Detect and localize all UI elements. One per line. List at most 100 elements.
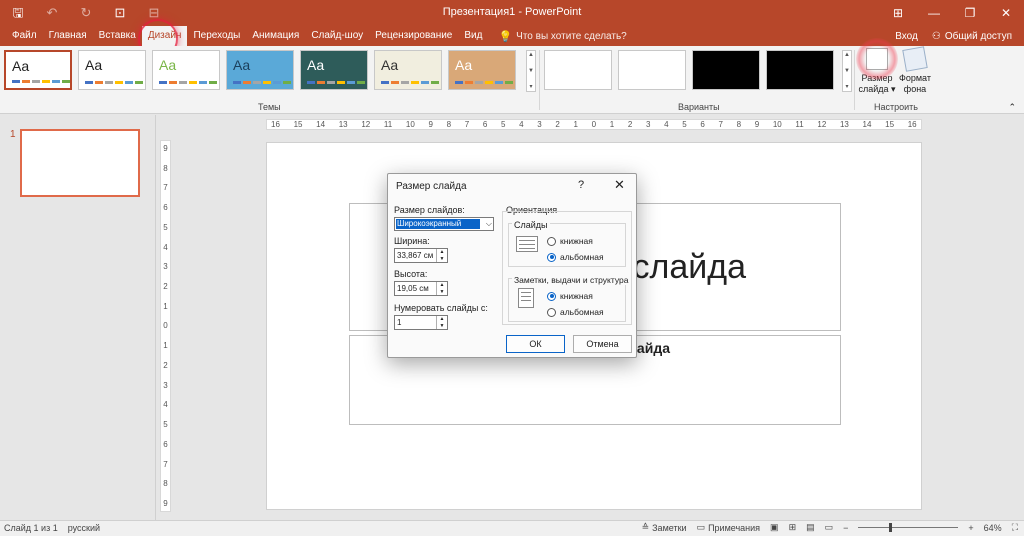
height-label: Высота: [394,269,428,279]
slides-landscape-label: альбомная [560,252,604,262]
theme-thumbnail[interactable]: Aa [4,50,72,90]
notes-landscape-radio[interactable]: альбомная [547,307,604,317]
slideshow-view-icon[interactable]: ▭ [825,522,834,533]
tab-design[interactable]: Дизайн [137,19,188,59]
close-window-icon[interactable]: ✕ [988,0,1024,26]
increment-icon[interactable]: ▲ [440,282,445,288]
spinner-arrows[interactable]: ▲ ▼ [436,249,447,262]
variant-thumbnail[interactable] [618,50,686,90]
comments-button[interactable]: ▭ Примечания [697,522,760,533]
collapse-ribbon-icon[interactable]: ⌃ [1008,102,1016,113]
tab-slideshow[interactable]: Слайд-шоу [305,26,369,46]
reading-view-icon[interactable]: ▤ [806,522,815,533]
ruler-tick-label: 8 [446,120,452,129]
scroll-up-icon[interactable]: ▲ [844,52,850,58]
restore-icon[interactable]: ❐ [952,0,988,26]
tab-file[interactable]: Файл [6,26,43,46]
ruler-tick-label: 15 [885,120,895,129]
ruler-tick-label: 4 [519,120,524,129]
variant-thumbnail[interactable] [692,50,760,90]
tab-home[interactable]: Главная [43,26,93,46]
language-indicator[interactable]: русский [68,523,100,533]
scroll-up-icon[interactable]: ▲ [528,52,534,58]
tab-view[interactable]: Вид [458,26,488,46]
zoom-in-icon[interactable]: + [968,523,973,533]
slide-thumbnail[interactable] [20,129,140,197]
ruler-tick-label: 1 [609,120,615,129]
theme-thumbnail[interactable]: Aa [374,50,442,90]
spinner-arrows[interactable]: ▲ ▼ [436,282,447,295]
ruler-tick-label: 7 [163,459,168,469]
slide-thumbnails-pane: 1 [0,115,156,520]
zoom-slider[interactable] [858,523,959,532]
decrement-icon[interactable]: ▼ [440,323,445,329]
slide-sorter-icon[interactable]: ⊞ [789,522,797,533]
notes-button[interactable]: ≙ Заметки [642,522,687,533]
person-icon: ⚇ [931,30,941,42]
sign-in-link[interactable]: Вход [895,31,918,42]
theme-color-bars [455,81,513,84]
ruler-tick-label: 8 [163,163,168,173]
slide-size-select[interactable]: Широкоэкранный ⌵ [394,217,494,231]
more-icon[interactable]: ▾ [529,83,532,90]
zoom-level[interactable]: 64% [984,523,1002,533]
decrement-icon[interactable]: ▼ [440,289,445,295]
tab-animations[interactable]: Анимация [246,26,305,46]
width-value: 33,867 см [397,251,434,260]
themes-group-label: Темы [258,102,281,112]
tab-transitions[interactable]: Переходы [187,26,246,46]
slides-portrait-radio[interactable]: книжная [547,236,593,246]
number-slides-spinner[interactable]: 1 ▲ ▼ [394,315,448,330]
tab-insert[interactable]: Вставка [93,26,142,46]
ok-button[interactable]: ОК [506,335,565,353]
slide-size-value: Широкоэкранный [396,219,480,229]
theme-thumbnail[interactable]: Aa [448,50,516,90]
fit-slide-icon[interactable]: ⛶ [1012,522,1018,533]
width-spinner[interactable]: 33,867 см ▲ ▼ [394,248,448,263]
title-text: слайда [632,248,747,286]
theme-thumbnail[interactable]: Aa [226,50,294,90]
theme-thumbnail[interactable]: Aa [300,50,368,90]
decrement-icon[interactable]: ▼ [440,256,445,262]
slides-label: Слайды [512,220,550,230]
themes-gallery-scroll[interactable]: ▲ ▼ ▾ [526,50,536,92]
help-icon[interactable]: ? [578,179,584,191]
share-button[interactable]: ⚇ Общий доступ [932,31,1012,42]
variant-thumbnail[interactable] [766,50,834,90]
format-background-button[interactable]: Формат фона [895,46,935,95]
number-slides-label: Нумеровать слайды с: [394,303,488,313]
theme-thumbnail[interactable]: Aa [78,50,146,90]
scroll-down-icon[interactable]: ▼ [528,68,534,74]
notes-portrait-radio[interactable]: книжная [547,291,593,301]
theme-thumbnail[interactable]: Aa [152,50,220,90]
spinner-arrows[interactable]: ▲ ▼ [436,316,447,329]
height-spinner[interactable]: 19,05 см ▲ ▼ [394,281,448,296]
tell-me-search[interactable]: 💡 Что вы хотите сделать? [488,30,626,43]
scroll-down-icon[interactable]: ▼ [844,68,850,74]
cancel-button[interactable]: Отмена [573,335,632,353]
slides-landscape-radio[interactable]: альбомная [547,252,604,262]
radio-circle[interactable] [547,291,556,301]
more-icon[interactable]: ▾ [845,83,848,90]
chevron-down-icon: ⌵ [485,219,492,228]
increment-icon[interactable]: ▲ [440,316,445,322]
slide-size-button[interactable]: Размер слайда ▾ [856,38,898,95]
variants-gallery-scroll[interactable]: ▲ ▼ ▾ [842,50,852,92]
zoom-slider-thumb[interactable] [888,523,892,532]
landscape-page-icon [516,236,538,252]
increment-icon[interactable]: ▲ [440,249,445,255]
radio-circle[interactable] [547,307,556,317]
zoom-out-icon[interactable]: − [843,523,848,533]
ribbon-display-options-icon[interactable]: ⊞ [880,0,916,26]
radio-circle[interactable] [547,236,556,246]
radio-circle[interactable] [547,252,556,262]
ruler-tick-label: 9 [428,120,433,129]
variant-thumbnail[interactable] [544,50,612,90]
minimize-icon[interactable]: — [916,0,952,26]
close-icon[interactable]: ✕ [614,177,625,193]
ruler-tick-label: 5 [500,120,506,129]
group-separator [539,50,540,110]
theme-color-bars [159,81,217,84]
normal-view-icon[interactable]: ▣ [770,522,779,533]
tab-review[interactable]: Рецензирование [369,26,458,46]
